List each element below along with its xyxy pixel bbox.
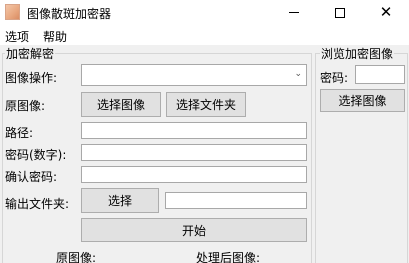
maximize-icon [335, 7, 345, 18]
browse-password-input[interactable] [355, 65, 405, 84]
chevron-down-icon: ⌄ [294, 69, 302, 79]
output-folder-input[interactable] [165, 192, 307, 209]
maximize-button[interactable] [317, 0, 363, 25]
image-operation-dropdown[interactable]: ⌄ [81, 64, 307, 86]
minimize-icon [289, 12, 299, 13]
start-button[interactable]: 开始 [81, 218, 307, 242]
output-select-button[interactable]: 选择 [81, 188, 159, 213]
app-icon [5, 4, 20, 20]
password-label: 密码(数字): [5, 148, 67, 162]
select-folder-button[interactable]: 选择文件夹 [166, 92, 246, 117]
browse-select-image-button[interactable]: 选择图像 [320, 89, 405, 112]
browse-encrypted-group-title: 浏览加密图像 [320, 45, 395, 62]
close-button[interactable]: ✕ [363, 0, 409, 25]
window-title: 图像散斑加密器 [27, 7, 112, 21]
confirm-password-input[interactable] [81, 166, 307, 183]
select-image-button[interactable]: 选择图像 [81, 92, 161, 117]
processed-preview-label: 处理后图像: [196, 251, 261, 263]
minimize-button[interactable] [271, 0, 317, 25]
close-icon: ✕ [379, 3, 393, 21]
output-folder-label: 输出文件夹: [5, 197, 70, 211]
image-operation-label: 图像操作: [5, 71, 58, 85]
browse-password-label: 密码: [320, 71, 349, 85]
original-image-label: 原图像: [5, 99, 46, 113]
path-label: 路径: [5, 126, 34, 140]
menu-help[interactable]: 帮助 [43, 28, 67, 45]
path-input[interactable] [81, 122, 307, 139]
menu-options[interactable]: 选项 [5, 28, 29, 45]
original-preview-label: 原图像: [56, 251, 97, 263]
password-input[interactable] [81, 144, 307, 161]
encrypt-decrypt-group-title: 加密解密 [5, 45, 56, 62]
confirm-password-label: 确认密码: [5, 170, 58, 184]
